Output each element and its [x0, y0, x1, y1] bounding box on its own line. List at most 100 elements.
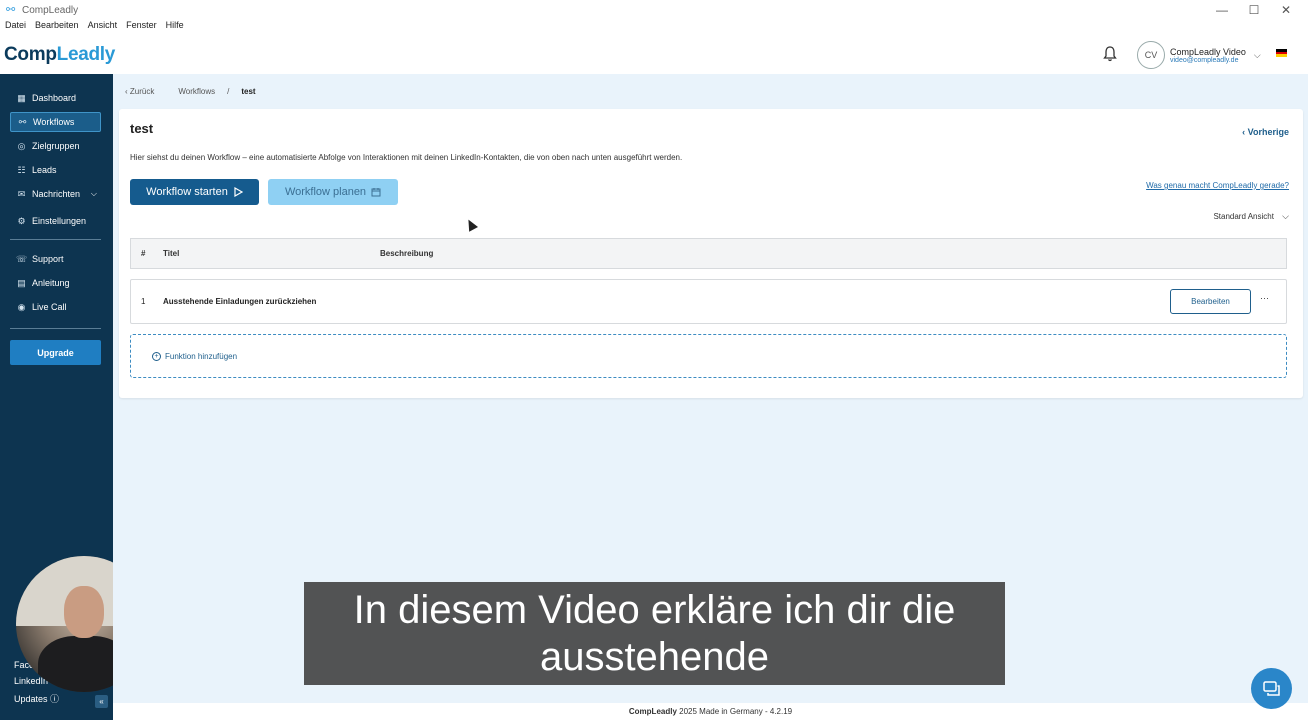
sidebar-item-workflows[interactable]: ⚯ Workflows [10, 112, 101, 132]
subtitle-line-1: In diesem Video erkläre ich dir die [353, 588, 956, 632]
view-select[interactable]: Standard Ansicht ⌵ [1213, 211, 1289, 222]
previous-link[interactable]: ‹ Vorherige [1242, 127, 1289, 137]
logo-accent-text: Leadly [56, 44, 116, 65]
chevron-down-icon: ⌵ [1282, 211, 1289, 221]
breadcrumb-back[interactable]: ‹ Zurück [125, 87, 166, 96]
sidebar-item-support[interactable]: ☏ Support [10, 249, 101, 269]
webcam-person-head [64, 586, 104, 638]
sidebar-item-label: Support [32, 254, 64, 264]
target-icon: ◎ [17, 140, 26, 151]
plan-workflow-button[interactable]: Workflow planen [268, 179, 398, 205]
menu-ansicht[interactable]: Ansicht [88, 20, 118, 36]
subtitle-line-2: ausstehende [539, 635, 770, 679]
add-function-label: Funktion hinzufügen [165, 351, 238, 361]
messages-icon: ✉ [17, 188, 26, 199]
calendar-icon [371, 188, 381, 197]
workflow-card: test ‹ Vorherige Hier siehst du deinen W… [119, 109, 1303, 398]
logo-main-text: Comp [4, 44, 57, 65]
close-button[interactable]: ✕ [1270, 0, 1302, 20]
window-title: CompLeadly [22, 4, 79, 16]
maximize-button[interactable]: ☐ [1238, 0, 1270, 20]
menu-datei[interactable]: Datei [5, 20, 26, 36]
breadcrumb: ‹ Zurück Workflows / test [125, 87, 268, 96]
app-header: CompLeadly CV CompLeadly Video video@com… [0, 36, 1308, 74]
play-icon [234, 187, 243, 197]
gear-icon: ⚙ [17, 215, 26, 226]
updates-label: Updates [14, 694, 48, 704]
video-subtitle: In diesem Video erkläre ich dir die auss… [304, 582, 1005, 685]
minimize-button[interactable]: — [1206, 0, 1238, 20]
info-icon: ⓘ [50, 694, 60, 704]
column-header-number: # [141, 249, 146, 258]
menu-bearbeiten[interactable]: Bearbeiten [35, 20, 79, 36]
sidebar-item-label: Live Call [32, 302, 67, 312]
view-select-label: Standard Ansicht [1213, 212, 1274, 221]
dashboard-icon: ▦ [17, 92, 26, 103]
help-link[interactable]: Was genau macht CompLeadly gerade? [1146, 181, 1289, 190]
menubar: Datei Bearbeiten Ansicht Fenster Hilfe [0, 20, 188, 36]
sidebar-item-label: Einstellungen [32, 216, 87, 226]
user-email: video@compleadly.de [1170, 56, 1239, 64]
chat-button[interactable] [1251, 668, 1292, 709]
window-controls: — ☐ ✕ [1206, 0, 1302, 20]
sidebar-item-label: Anleitung [32, 278, 70, 288]
menu-fenster[interactable]: Fenster [126, 20, 157, 36]
updates-link[interactable]: Updates ⓘ [14, 692, 59, 708]
sidebar-item-label: Workflows [33, 117, 75, 127]
window-titlebar: ⚯ CompLeadly — ☐ ✕ [0, 0, 1308, 20]
sidebar-item-label: Nachrichten [32, 189, 81, 199]
chevron-down-icon: ⌵ [90, 189, 97, 198]
edit-button[interactable]: Bearbeiten [1170, 289, 1251, 314]
workflow-icon: ⚯ [18, 116, 27, 127]
breadcrumb-current: test [241, 87, 256, 96]
upgrade-button[interactable]: Upgrade [10, 340, 101, 365]
sidebar-item-nachrichten[interactable]: ✉ Nachrichten ⌵ [10, 184, 101, 204]
more-options-icon[interactable]: ··· [1260, 293, 1269, 303]
support-icon: ☏ [16, 253, 28, 264]
sidebar-divider [10, 328, 101, 329]
german-flag-icon[interactable] [1276, 49, 1287, 57]
chat-icon [1262, 680, 1280, 696]
column-header-description: Beschreibung [380, 249, 434, 258]
menu-hilfe[interactable]: Hilfe [166, 20, 184, 36]
sidebar-item-leads[interactable]: ☷ Leads [10, 160, 101, 180]
sidebar-item-einstellungen[interactable]: ⚙ Einstellungen [10, 211, 101, 231]
book-icon: ▤ [17, 277, 26, 288]
workflow-description: Hier siehst du deinen Workflow – eine au… [130, 153, 683, 162]
previous-label: Vorherige [1247, 127, 1289, 137]
profile-text: CompLeadly Video video@compleadly.de [1170, 47, 1246, 64]
sidebar-item-label: Leads [32, 165, 57, 175]
plan-workflow-label: Workflow planen [284, 186, 367, 198]
logo[interactable]: CompLeadly [4, 44, 115, 66]
sidebar-item-dashboard[interactable]: ▦ Dashboard [10, 88, 101, 108]
sidebar-item-label: Zielgruppen [32, 141, 80, 151]
start-workflow-label: Workflow starten [146, 186, 228, 198]
sidebar-item-zielgruppen[interactable]: ◎ Zielgruppen [10, 136, 101, 156]
bell-icon[interactable] [1102, 45, 1118, 63]
sidebar-divider [10, 239, 101, 240]
page-title: test [130, 121, 154, 136]
collapse-sidebar-button[interactable]: « [95, 695, 108, 708]
table-row: 1 Ausstehende Einladungen zurückziehen B… [130, 279, 1287, 324]
table-header: # Titel Beschreibung [130, 238, 1287, 269]
user-profile-menu[interactable]: CV CompLeadly Video video@compleadly.de … [1137, 41, 1261, 69]
sidebar-item-live-call[interactable]: ◉ Live Call [10, 297, 101, 317]
footer: CompLeadly 2025 Made in Germany - 4.2.19 [113, 703, 1308, 720]
chevron-down-icon: ⌵ [1253, 49, 1261, 60]
sidebar-item-anleitung[interactable]: ▤ Anleitung [10, 273, 101, 293]
sidebar-item-label: Dashboard [32, 93, 77, 103]
column-header-title: Titel [163, 249, 180, 258]
footer-brand: CompLeadly [628, 707, 677, 716]
start-workflow-button[interactable]: Workflow starten [130, 179, 259, 205]
breadcrumb-workflows[interactable]: Workflows [178, 87, 215, 96]
plus-circle-icon: + [152, 351, 161, 361]
add-function-button[interactable]: + Funktion hinzufügen [130, 334, 1287, 378]
app-icon: ⚯ [6, 4, 16, 16]
breadcrumb-separator: / [227, 87, 230, 96]
back-label: Zurück [129, 87, 155, 96]
avatar: CV [1137, 41, 1165, 69]
row-number: 1 [141, 297, 146, 306]
webcam-icon: ◉ [17, 301, 26, 312]
row-title: Ausstehende Einladungen zurückziehen [163, 297, 317, 306]
footer-text: 2025 Made in Germany - 4.2.19 [679, 707, 793, 716]
